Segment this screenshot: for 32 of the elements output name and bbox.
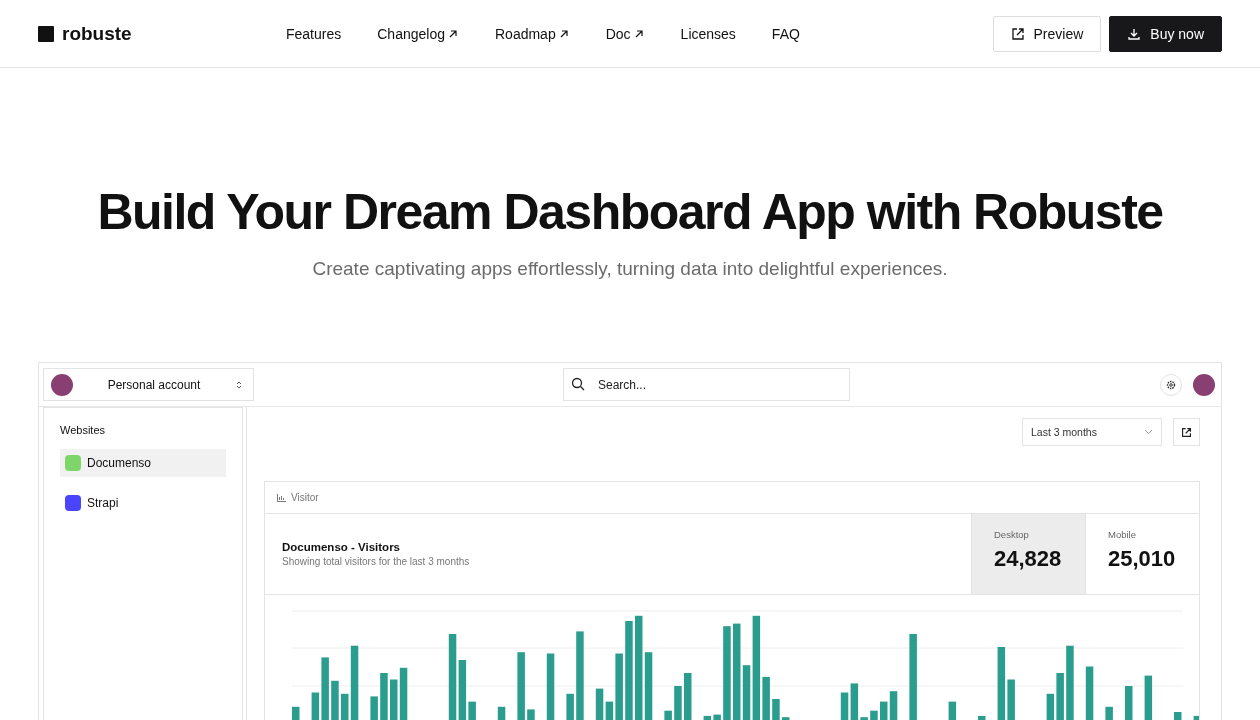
sort-caret-icon (235, 379, 243, 390)
external-link-icon (1010, 26, 1025, 41)
nav-link[interactable]: Licenses (680, 25, 736, 42)
website-item[interactable]: Documenso (60, 449, 226, 477)
nav-link[interactable]: Doc (605, 25, 645, 42)
range-select[interactable]: Last 3 months (1022, 418, 1162, 446)
card-description: Showing total visitors for the last 3 months (282, 556, 471, 567)
buy-button[interactable]: Buy now (1109, 15, 1222, 52)
avatar-icon (51, 373, 73, 396)
logo-icon (38, 25, 54, 42)
preview-button[interactable]: Preview (992, 15, 1102, 52)
nav-link[interactable]: Features (286, 25, 342, 42)
bar-chart-icon (277, 493, 286, 502)
avatar-icon[interactable] (1193, 373, 1215, 396)
sidebar-heading: Websites (60, 424, 107, 436)
hero-subtitle: Create captivating apps effortlessly, turning data into delightful experiences. (311, 258, 949, 280)
nav-link[interactable]: Changelog (377, 25, 459, 42)
website-item[interactable]: Strapi (60, 489, 226, 517)
stat-tab[interactable]: Mobile 25,010 (1085, 514, 1199, 594)
chevron-down-icon (1144, 429, 1153, 435)
nav-link[interactable]: FAQ (771, 25, 800, 42)
external-link-icon (1181, 426, 1192, 438)
download-icon (1127, 26, 1142, 41)
card-title: Documenso - Visitors (282, 541, 401, 553)
nav-link[interactable]: Roadmap (495, 25, 570, 42)
card-tab-label[interactable]: Visitor (291, 492, 319, 503)
stat-tab[interactable]: Desktop 24,828 (971, 514, 1085, 594)
search-field[interactable]: Search... (563, 368, 850, 401)
brand-name[interactable]: robuste (62, 22, 132, 45)
account-switcher[interactable]: Personal account (43, 368, 254, 401)
open-external-button[interactable] (1173, 418, 1200, 446)
hero-title: Build Your Dream Dashboard App with Robuste (96, 183, 1164, 242)
